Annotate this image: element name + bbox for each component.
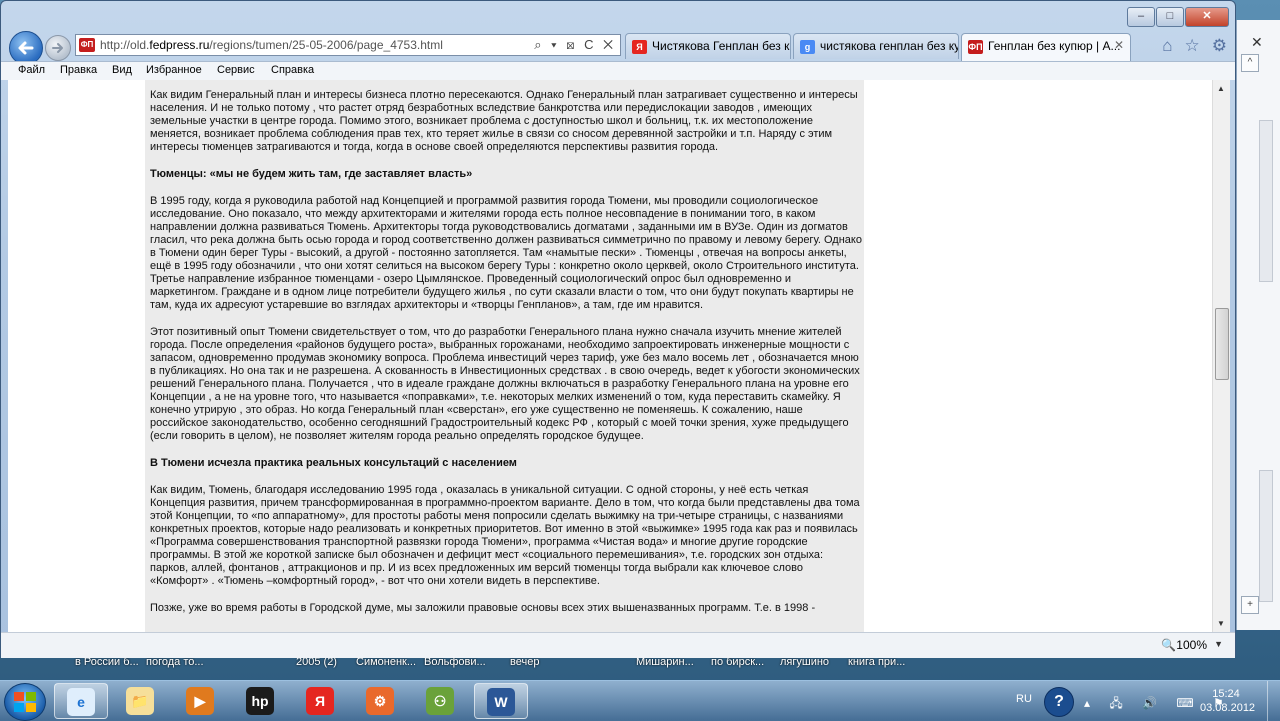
browser-window: – □ ✕ ФП http://old.fedpress.ru/regions/… xyxy=(0,0,1237,658)
article-paragraph: Как видим Генеральный план и интересы би… xyxy=(150,89,858,153)
article-heading: Тюменцы: «мы не будем жить там, где заст… xyxy=(150,168,473,180)
address-tools[interactable]: ⌕ ▾ ⊠ C ✕ xyxy=(534,37,616,53)
help-icon[interactable]: ? xyxy=(1044,687,1074,717)
menu-item-file[interactable]: Файл xyxy=(18,64,45,76)
chevron-up-icon[interactable]: ^ xyxy=(1241,54,1259,72)
vertical-scrollbar[interactable]: ▲ ▼ xyxy=(1212,80,1230,632)
clock[interactable]: 15:24 03.08.2012 xyxy=(1200,687,1256,715)
menu-item-favorites[interactable]: Избранное xyxy=(146,64,202,76)
google-icon: g xyxy=(800,40,815,54)
back-button[interactable] xyxy=(9,31,43,65)
taskbar-app-word[interactable]: W xyxy=(474,683,528,719)
taskbar-app-hp[interactable]: hp xyxy=(234,683,288,719)
navigation-bar: ФП http://old.fedpress.ru/regions/tumen/… xyxy=(1,29,1237,65)
url-path: /regions/tumen/25-05-2006/page_4753.html xyxy=(209,38,443,52)
zoom-level[interactable]: 🔍100% xyxy=(1161,638,1207,652)
window-controls: – □ ✕ xyxy=(1126,7,1229,27)
network-icon: ⚇ xyxy=(426,687,454,715)
word-icon: W xyxy=(487,688,515,716)
scroll-thumb[interactable] xyxy=(1215,308,1229,380)
article-body: Как видим Генеральный план и интересы би… xyxy=(150,89,862,629)
clock-date: 03.08.2012 xyxy=(1200,702,1256,714)
article-paragraph: В 1995 году, когда я руководила работой … xyxy=(150,195,862,311)
menu-item-edit[interactable]: Правка xyxy=(60,64,97,76)
close-icon[interactable]: ✕ xyxy=(1251,34,1263,51)
article-heading: В Тюмени исчезла практика реальных консу… xyxy=(150,457,517,469)
tab-label: Чистякова Генплан без к... xyxy=(652,39,791,53)
start-button[interactable] xyxy=(4,683,46,721)
tab-label: чистякова генплан без ку... xyxy=(820,39,959,53)
chevron-down-icon[interactable]: ▼ xyxy=(1214,639,1223,649)
menu-item-help[interactable]: Справка xyxy=(271,64,314,76)
taskbar-app-ie[interactable]: e xyxy=(54,683,108,719)
page-content: Как видим Генеральный план и интересы би… xyxy=(8,80,1230,632)
windows-logo-icon xyxy=(14,692,36,712)
maximize-button[interactable]: □ xyxy=(1156,7,1184,27)
arrow-left-icon xyxy=(18,41,34,55)
browser-tools: ⌂ ☆ ⚙ xyxy=(1162,36,1227,56)
taskbar-app-yandex[interactable]: Я xyxy=(294,683,348,719)
tab-google-search[interactable]: g чистякова генплан без ку... xyxy=(793,33,959,59)
taskbar-app-office-tool[interactable]: ⚙ xyxy=(354,683,408,719)
forward-button[interactable] xyxy=(45,35,71,61)
status-bar: 🔍100% ▼ xyxy=(1,632,1235,658)
article-paragraph: Как видим, Тюмень, благодаря исследовани… xyxy=(150,484,860,587)
ie-icon: e xyxy=(67,688,95,716)
taskbar-app-network[interactable]: ⚇ xyxy=(414,683,468,719)
yandex-icon: Я xyxy=(306,687,334,715)
menu-item-view[interactable]: Вид xyxy=(112,64,132,76)
article-paragraph: Этот позитивный опыт Тюмени свидетельств… xyxy=(150,326,860,442)
show-desktop-button[interactable] xyxy=(1267,681,1280,721)
scroll-down-icon[interactable]: ▼ xyxy=(1217,619,1225,628)
arrow-right-icon xyxy=(52,43,63,53)
url-domain: fedpress.ru xyxy=(149,38,210,52)
gear-icon[interactable]: ⚙ xyxy=(1212,36,1227,56)
explorer-icon: 📁 xyxy=(126,687,154,715)
tab-yandex-search[interactable]: Я Чистякова Генплан без к... xyxy=(625,33,791,59)
tab-genplan-article[interactable]: ФП Генплан без купюр | А... ✕ xyxy=(961,33,1131,61)
hp-icon: hp xyxy=(246,687,274,715)
tab-label: Генплан без купюр | А... xyxy=(988,39,1121,53)
desktop-labels: в России б... погода то... 2005 (2) Симо… xyxy=(0,656,1240,670)
scrollbar[interactable] xyxy=(1259,470,1273,602)
menu-item-tools[interactable]: Сервис xyxy=(217,64,255,76)
office-tool-icon: ⚙ xyxy=(366,687,394,715)
scroll-up-icon[interactable]: ▲ xyxy=(1217,84,1225,93)
close-tab-icon[interactable]: ✕ xyxy=(1114,38,1124,52)
yandex-icon: Я xyxy=(632,40,647,54)
article-paragraph: Позже, уже во время работы в Городской д… xyxy=(150,602,816,614)
article-column: Как видим Генеральный план и интересы би… xyxy=(145,80,864,632)
star-icon[interactable]: ☆ xyxy=(1185,36,1200,56)
taskbar-app-explorer[interactable]: 📁 xyxy=(114,683,168,719)
system-tray: RU ? ▴ 🖧 🔊 ⌨ ⚑ 15:24 03.08.2012 xyxy=(1010,681,1280,721)
close-button[interactable]: ✕ xyxy=(1185,7,1229,27)
media-player-icon: ▶ xyxy=(186,687,214,715)
home-icon[interactable]: ⌂ xyxy=(1162,36,1172,56)
taskbar: e 📁 ▶ hp Я ⚙ ⚇ W RU ? ▴ 🖧 🔊 ⌨ ⚑ 15:24 03.08.201… xyxy=(0,680,1280,721)
fedpress-icon: ФП xyxy=(968,40,983,54)
background-window: ✕ ^ + xyxy=(1236,20,1280,630)
site-favicon-icon: ФП xyxy=(79,38,95,52)
url-text[interactable]: http://old.fedpress.ru/regions/tumen/25-… xyxy=(100,38,443,52)
clock-time: 15:24 xyxy=(1212,688,1240,700)
address-bar[interactable]: ФП http://old.fedpress.ru/regions/tumen/… xyxy=(75,34,621,56)
language-indicator[interactable]: RU xyxy=(1016,693,1032,705)
menu-bar: Файл Правка Вид Избранное Сервис Справка xyxy=(1,61,1235,80)
taskbar-app-media-player[interactable]: ▶ xyxy=(174,683,228,719)
plus-icon[interactable]: + xyxy=(1241,596,1259,614)
zoom-value: 100% xyxy=(1176,638,1207,652)
scrollbar[interactable] xyxy=(1259,120,1273,282)
url-prefix: http://old. xyxy=(100,38,150,52)
minimize-button[interactable]: – xyxy=(1127,7,1155,27)
